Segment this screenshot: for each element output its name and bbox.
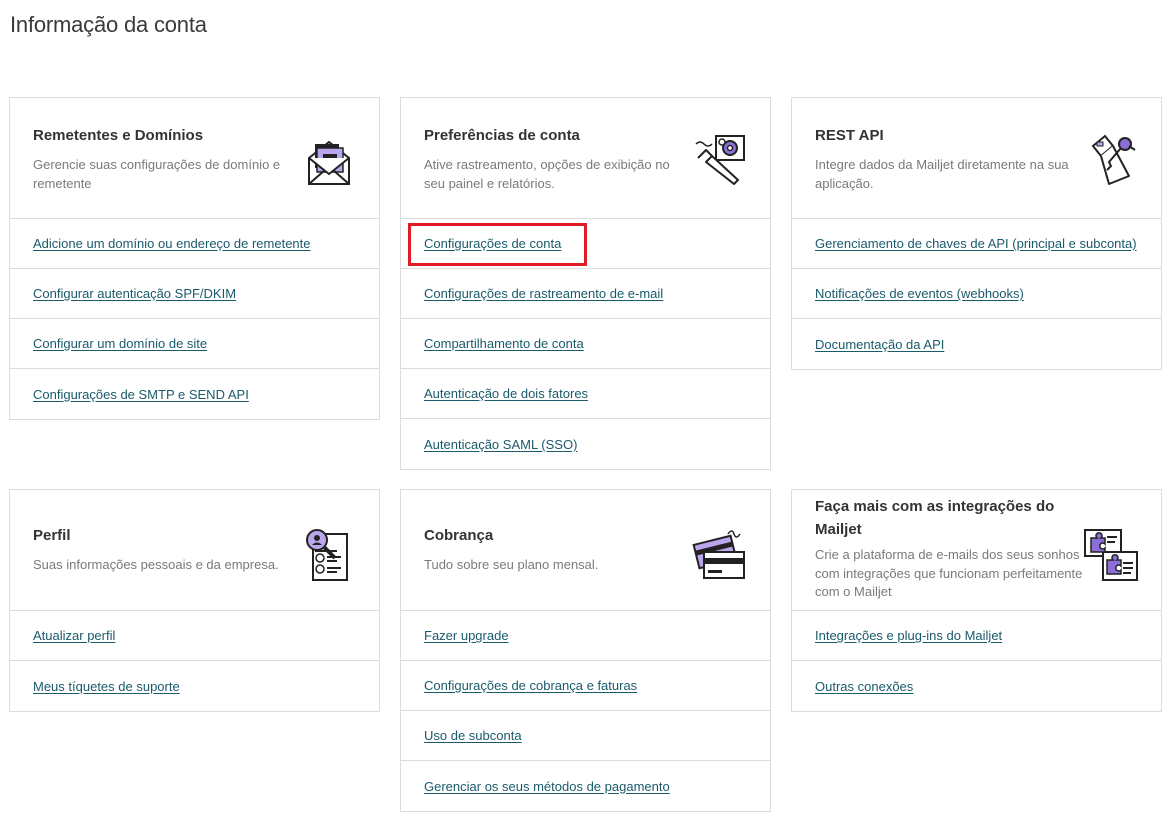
link-row: Autenticação de dois fatores (401, 369, 770, 419)
keys-icon (1091, 134, 1136, 185)
link-row: Configurações de rastreamento de e-mail (401, 269, 770, 319)
card-header: Faça mais com as integrações do Mailjet … (792, 490, 1161, 611)
link-row: Meus tíquetes de suporte (10, 661, 379, 711)
link-row: Gerenciar os seus métodos de pagamento (401, 761, 770, 811)
card-description: Integre dados da Mailjet diretamente na … (815, 157, 1069, 191)
link-row: Integrações e plug-ins do Mailjet (792, 611, 1161, 661)
account-sharing-link[interactable]: Compartilhamento de conta (424, 336, 584, 351)
card-senders-domains: Remetentes e Domínios Gerencie suas conf… (9, 97, 380, 420)
mailjet-integrations-link[interactable]: Integrações e plug-ins do Mailjet (815, 628, 1002, 643)
email-tracking-settings-link[interactable]: Configurações de rastreamento de e-mail (424, 286, 663, 301)
card-description: Ative rastreamento, opções de exibição n… (424, 157, 670, 191)
card-integrations: Faça mais com as integrações do Mailjet … (791, 489, 1162, 712)
card-header: Perfil Suas informações pessoais e da em… (10, 490, 379, 611)
event-notifications-link[interactable]: Notificações de eventos (webhooks) (815, 286, 1024, 301)
puzzle-cards-icon (1084, 529, 1138, 581)
two-factor-auth-link[interactable]: Autenticação de dois fatores (424, 386, 588, 401)
link-row: Notificações de eventos (webhooks) (792, 269, 1161, 319)
billing-invoices-link[interactable]: Configurações de cobrança e faturas (424, 678, 637, 693)
link-row: Configurar um domínio de site (10, 319, 379, 369)
link-row: Compartilhamento de conta (401, 319, 770, 369)
link-row: Gerenciamento de chaves de API (principa… (792, 219, 1161, 269)
subaccount-usage-link[interactable]: Uso de subconta (424, 728, 522, 743)
card-title: Faça mais com as integrações do Mailjet (815, 498, 1055, 538)
upgrade-link[interactable]: Fazer upgrade (424, 628, 509, 643)
api-documentation-link[interactable]: Documentação da API (815, 337, 944, 352)
link-row: Configurações de SMTP e SEND API (10, 369, 379, 419)
link-row: Adicione um domínio ou endereço de remet… (10, 219, 379, 269)
card-header: Remetentes e Domínios Gerencie suas conf… (10, 98, 379, 219)
link-row: Outras conexões (792, 661, 1161, 711)
link-row: Documentação da API (792, 319, 1161, 369)
card-rest-api: REST API Integre dados da Mailjet direta… (791, 97, 1162, 370)
link-row: Configurações de cobrança e faturas (401, 661, 770, 711)
card-description: Suas informações pessoais e da empresa. (33, 557, 279, 572)
card-header: Cobrança Tudo sobre seu plano mensal. (401, 490, 770, 611)
card-description: Crie a plataforma de e-mails dos seus so… (815, 547, 1083, 599)
card-account-preferences: Preferências de conta Ative rastreamento… (400, 97, 771, 470)
link-row: Autenticação SAML (SSO) (401, 419, 770, 469)
add-domain-sender-link[interactable]: Adicione um domínio ou endereço de remet… (33, 236, 311, 251)
card-header: Preferências de conta Ative rastreamento… (401, 98, 770, 219)
link-row: Configurar autenticação SPF/DKIM (10, 269, 379, 319)
support-tickets-link[interactable]: Meus tíquetes de suporte (33, 679, 180, 694)
other-connections-link[interactable]: Outras conexões (815, 679, 913, 694)
envelope-icon (308, 140, 350, 185)
link-row: Uso de subconta (401, 711, 770, 761)
site-domain-link[interactable]: Configurar um domínio de site (33, 336, 207, 351)
card-description: Gerencie suas configurações de domínio e… (33, 157, 281, 191)
payment-methods-link[interactable]: Gerenciar os seus métodos de pagamento (424, 779, 670, 794)
link-row: Atualizar perfil (10, 611, 379, 661)
highlight-box (408, 223, 587, 266)
update-profile-link[interactable]: Atualizar perfil (33, 628, 115, 643)
api-keys-management-link[interactable]: Gerenciamento de chaves de API (principa… (815, 236, 1137, 251)
card-header: REST API Integre dados da Mailjet direta… (792, 98, 1161, 219)
wrench-gear-icon (695, 135, 745, 185)
link-row: Configurações de conta (401, 219, 770, 269)
saml-sso-link[interactable]: Autenticação SAML (SSO) (424, 437, 577, 452)
smtp-send-api-link[interactable]: Configurações de SMTP e SEND API (33, 387, 249, 402)
profile-magnifier-icon (306, 529, 348, 581)
credit-card-icon (692, 530, 745, 579)
link-row: Fazer upgrade (401, 611, 770, 661)
spf-dkim-link[interactable]: Configurar autenticação SPF/DKIM (33, 286, 236, 301)
card-description: Tudo sobre seu plano mensal. (424, 557, 599, 572)
card-billing: Cobrança Tudo sobre seu plano mensal. Fa… (400, 489, 771, 812)
page-title: Informação da conta (10, 12, 207, 37)
card-profile: Perfil Suas informações pessoais e da em… (9, 489, 380, 712)
